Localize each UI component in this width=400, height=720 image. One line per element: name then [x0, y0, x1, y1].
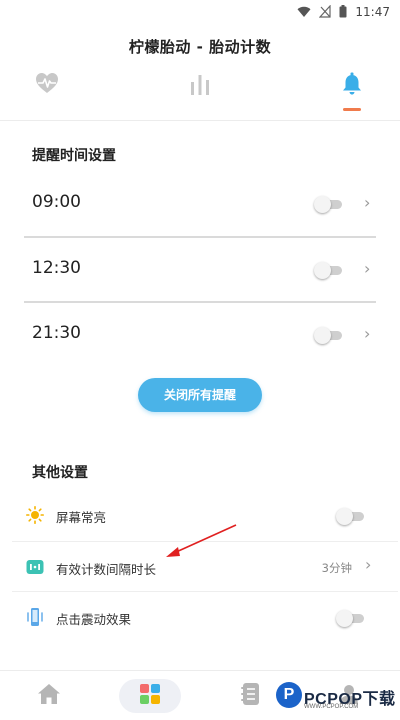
tab-heart-rate[interactable] [27, 72, 67, 112]
tab-reminder[interactable] [332, 72, 372, 112]
setting-row-vibration[interactable]: 点击震动效果 [0, 593, 400, 643]
vibration-icon [26, 607, 44, 626]
interval-icon [26, 558, 44, 576]
watermark-logo: P PCPOP下载 WWW.PCPOP.COM [274, 680, 398, 716]
watermark-circle: P [276, 682, 302, 708]
setting-label: 点击震动效果 [56, 612, 132, 627]
top-tabs [0, 72, 400, 116]
reminder-divider [24, 301, 376, 303]
reminder-row[interactable]: 12:30 › [0, 258, 400, 324]
tab-statistics[interactable] [180, 72, 220, 112]
reminder-divider [24, 236, 376, 238]
watermark-subtext: WWW.PCPOP.COM [304, 704, 359, 710]
chevron-right-icon: › [364, 259, 371, 278]
bell-icon [341, 72, 363, 100]
reminder-time: 21:30 [32, 323, 81, 343]
home-icon [37, 683, 61, 709]
header-divider [0, 120, 400, 121]
chevron-right-icon: › [364, 324, 371, 343]
chevron-right-icon: › [364, 193, 371, 212]
bar-chart-icon [189, 72, 211, 100]
close-all-reminders-button[interactable]: 关闭所有提醒 [138, 378, 262, 412]
reminder-section-title: 提醒时间设置 [32, 148, 116, 164]
row-divider [12, 591, 398, 592]
nav-records[interactable] [220, 679, 282, 713]
page-title: 柠檬胎动 - 胎动计数 [128, 38, 272, 56]
screen-on-toggle[interactable] [336, 508, 366, 525]
wifi-icon [297, 3, 311, 22]
vibration-toggle[interactable] [336, 610, 366, 627]
heartbeat-icon [35, 72, 59, 98]
reminder-toggle[interactable] [314, 327, 344, 344]
interval-value: 3分钟 [321, 561, 352, 575]
status-icons: 11:47 [297, 3, 390, 22]
reminder-time: 09:00 [32, 192, 81, 212]
reminder-toggle[interactable] [314, 196, 344, 213]
setting-label: 有效计数间隔时长 [56, 562, 157, 577]
nav-home[interactable] [18, 679, 80, 713]
chevron-right-icon: › [365, 555, 372, 574]
nav-apps[interactable] [119, 679, 181, 713]
annotation-arrow-icon [166, 524, 237, 557]
other-section-title: 其他设置 [32, 465, 88, 481]
battery-icon [339, 3, 347, 22]
reminder-toggle[interactable] [314, 262, 344, 279]
status-time: 11:47 [355, 5, 390, 19]
status-bar: 11:47 [0, 0, 400, 26]
no-signal-icon [319, 3, 332, 22]
sun-icon [26, 506, 45, 525]
active-tab-indicator [343, 108, 361, 111]
setting-label: 屏幕常亮 [56, 510, 107, 525]
reminder-row[interactable]: 09:00 › [0, 192, 400, 258]
apps-grid-icon [139, 683, 161, 709]
reminder-time: 12:30 [32, 258, 81, 278]
list-icon [240, 682, 262, 710]
